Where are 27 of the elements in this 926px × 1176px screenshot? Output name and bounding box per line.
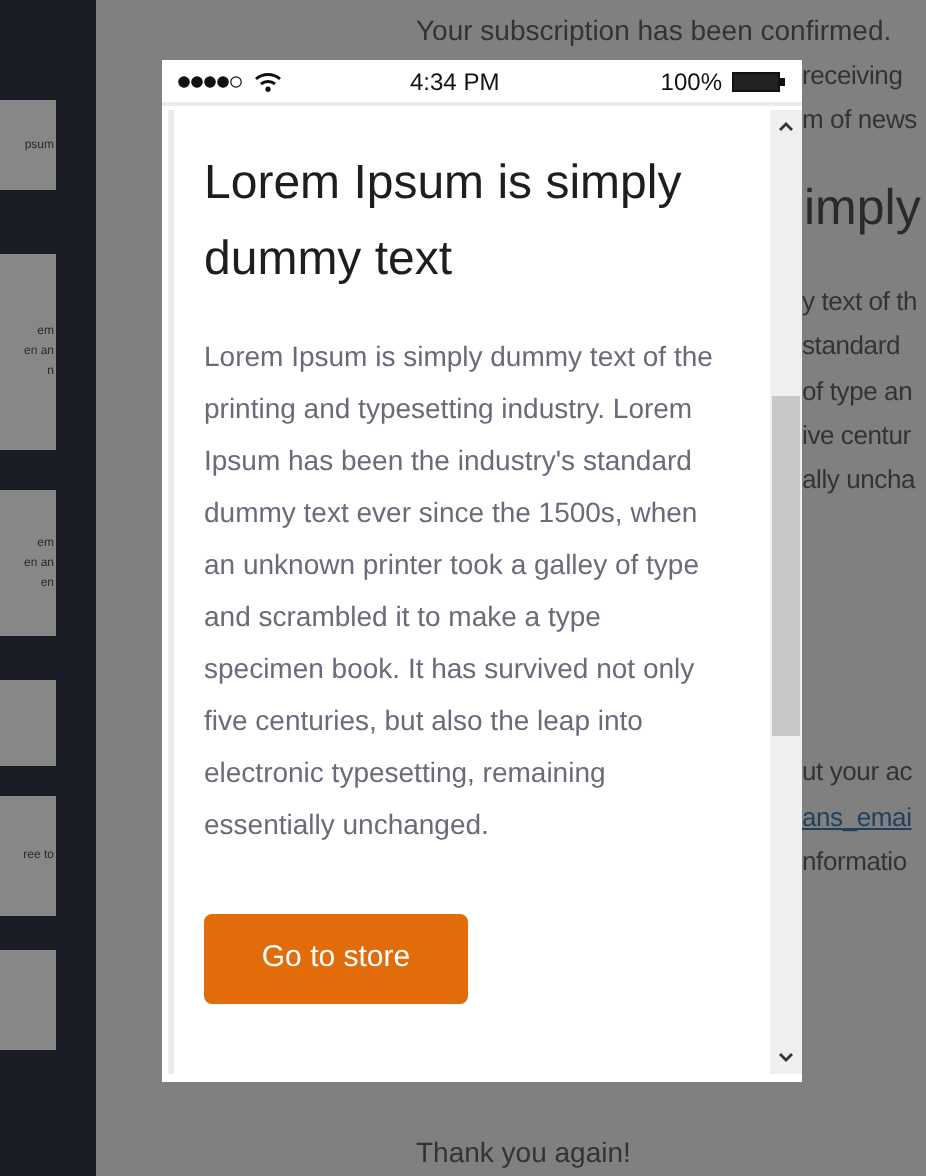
page-text: ut your ac — [802, 754, 913, 791]
scroll-down-icon[interactable] — [778, 1052, 794, 1062]
card-body: Lorem Ipsum is simply dummy text of the printing and typesetting industry. Lorem Ipsum has been the industry's standard dummy text ever since the 1500s, when an unknown printer took a galley of type and scrambled it to make a type specimen book. It has survived not only five centuries, but also the leap into electronic typesetting, remaining essentially unchanged. — [204, 338, 715, 844]
page-text: m of news — [802, 101, 917, 138]
scrollbar-thumb[interactable] — [772, 396, 800, 736]
store-button[interactable]: Go to store — [204, 914, 468, 1004]
page-text: standard — [802, 328, 900, 365]
page-text: Thank you again! — [416, 1134, 631, 1173]
thumbnail-card — [0, 680, 56, 766]
page-text: nformatio — [802, 843, 907, 880]
battery-percentage: 100% — [660, 65, 722, 99]
page-text: ive centur — [802, 417, 911, 454]
page-text: of type an — [802, 373, 913, 410]
page-link[interactable]: ans_emai — [802, 797, 912, 837]
page-text: ally uncha — [802, 461, 916, 498]
card-title: Lorem Ipsum is simply dummy text — [204, 154, 684, 290]
page-heading: imply — [804, 178, 921, 241]
scrollbar[interactable] — [770, 110, 802, 1074]
wifi-icon — [254, 71, 282, 91]
signal-icon — [178, 75, 244, 87]
battery-icon — [732, 71, 786, 91]
status-time: 4:34 PM — [410, 65, 500, 99]
page-text: Your subscription has been confirmed. — [416, 11, 892, 50]
scroll-up-icon[interactable] — [778, 122, 794, 132]
thumbnail-card — [0, 950, 56, 1050]
page-text: receiving — [802, 57, 903, 94]
page-text: y text of th — [802, 284, 918, 321]
